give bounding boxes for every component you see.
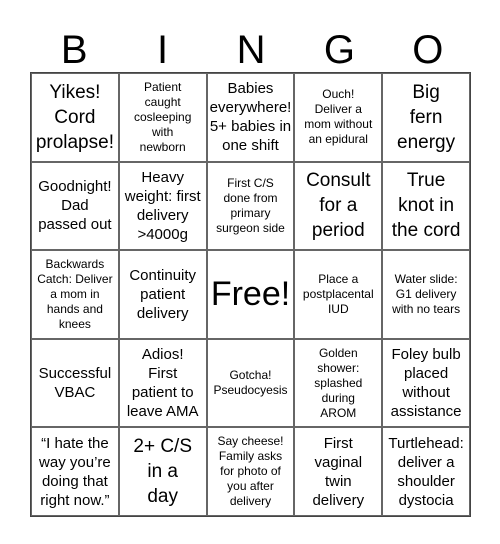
bingo-cell[interactable]: Consult for a period	[294, 161, 383, 251]
bingo-cell[interactable]: Backwards Catch: Deliver a mom in hands …	[31, 250, 119, 339]
bingo-cell[interactable]: Gotcha! Pseudocyesis	[206, 338, 295, 428]
header-letter-g: G	[323, 28, 355, 72]
bingo-cell[interactable]: Place a postplacental IUD	[294, 250, 383, 339]
bingo-cell[interactable]: Successful VBAC	[31, 338, 119, 428]
bingo-cell[interactable]: Patient caught cosleeping with newborn	[118, 73, 207, 162]
header-letter-i: I	[157, 28, 169, 72]
bingo-cell[interactable]: Turtlehead: deliver a shoulder dystocia	[382, 427, 470, 516]
header-letter-o: O	[412, 28, 444, 72]
bingo-cell[interactable]: Heavy weight: first delivery >4000g	[118, 161, 207, 251]
bingo-cell[interactable]: Continuity patient delivery	[118, 250, 207, 339]
bingo-cell[interactable]: Foley bulb placed without assistance	[382, 338, 470, 428]
bingo-cell[interactable]: First C/S done from primary surgeon side	[206, 161, 295, 251]
bingo-cell[interactable]: Adios! First patient to leave AMA	[118, 338, 207, 428]
bingo-cell[interactable]: “I hate the way you’re doing that right …	[31, 427, 119, 516]
bingo-cell[interactable]: Babies everywhere! 5+ babies in one shif…	[206, 73, 295, 162]
bingo-cell[interactable]: Big fern energy	[382, 73, 470, 162]
bingo-cell[interactable]: First vaginal twin delivery	[294, 427, 383, 516]
header-letter-n: N	[236, 28, 266, 72]
bingo-cell[interactable]: Goodnight! Dad passed out	[31, 161, 119, 251]
bingo-cell[interactable]: Golden shower: splashed during AROM	[294, 338, 383, 428]
bingo-header: B I N G O	[30, 28, 472, 72]
free-space-cell[interactable]: Free!	[206, 250, 295, 339]
header-letter-b: B	[60, 28, 88, 72]
bingo-cell[interactable]: 2+ C/S in a day	[118, 427, 207, 516]
bingo-cell[interactable]: True knot in the cord	[382, 161, 470, 251]
bingo-card: Yikes! Cord prolapse! Patient caught cosl…	[30, 72, 471, 517]
bingo-cell[interactable]: Say cheese! Family asks for photo of you…	[206, 427, 295, 516]
bingo-cell[interactable]: Ouch! Deliver a mom without an epidural	[294, 73, 383, 162]
bingo-cell[interactable]: Yikes! Cord prolapse!	[31, 73, 119, 162]
bingo-cell[interactable]: Water slide: G1 delivery with no tears	[382, 250, 470, 339]
